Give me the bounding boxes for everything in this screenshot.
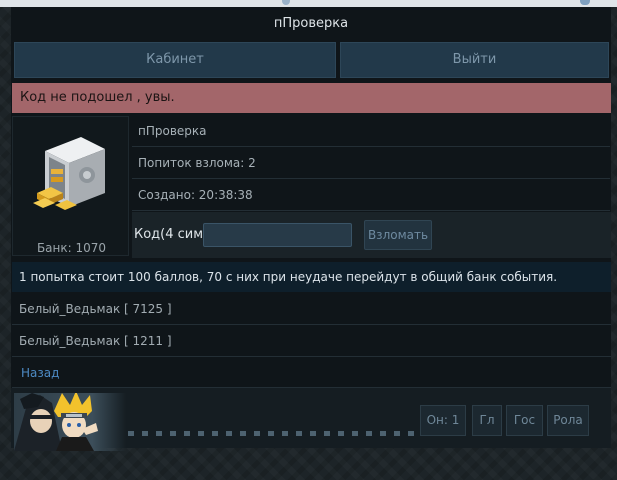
anime-characters-icon [14,393,98,451]
strip-marker [282,0,290,5]
mascot-banner [14,393,126,451]
created-time: Создано: 20:38:38 [132,180,610,211]
code-input[interactable] [203,223,352,247]
logout-button[interactable]: Выйти [340,42,609,78]
error-alert: Код не подошел , увы. [12,83,611,113]
back-link[interactable]: Назад [12,358,611,388]
safe-with-gold-icon [33,137,105,210]
guest-button[interactable]: Гос [506,405,543,436]
safe-card: Банк: 1070 [12,116,129,256]
crack-button[interactable]: Взломать [364,220,432,250]
main-button[interactable]: Гл [472,405,502,436]
attempts-count: Попиток взлома: 2 [132,148,610,179]
bank-label: Банк: 1070 [36,241,107,255]
online-count-button[interactable]: Он: 1 [420,405,466,436]
footer-divider [128,431,428,436]
safe-name: пПроверка [132,116,610,147]
page-title: пПроверка [273,16,349,31]
role-button[interactable]: Рола [547,405,589,436]
cabinet-button[interactable]: Кабинет [14,42,336,78]
code-label: Код(4 сим) [134,227,209,242]
strip-marker [580,0,590,5]
browser-top-strip [0,0,617,7]
list-item: Белый_Ведьмак [ 1211 ] [12,326,611,357]
list-item: Белый_Ведьмак [ 7125 ] [12,294,611,325]
cost-note: 1 попытка стоит 100 баллов, 70 с них при… [12,262,611,292]
main-panel: пПроверка Кабинет Выйти Код не подошел ,… [11,7,611,448]
code-form: Код(4 сим) Взломать [132,212,611,258]
